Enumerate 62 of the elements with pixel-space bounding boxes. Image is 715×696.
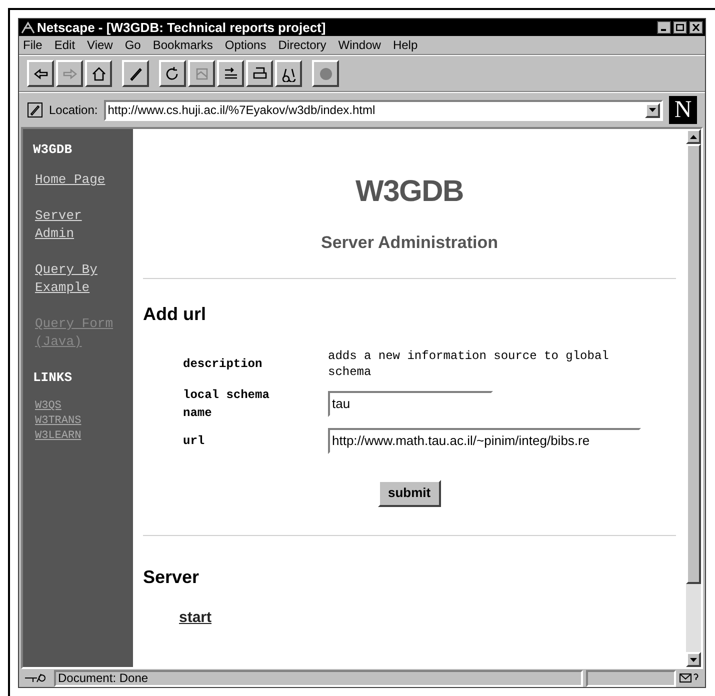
text-field[interactable]: tau (328, 390, 493, 416)
caret-icon (649, 108, 656, 112)
edit-button[interactable] (122, 60, 149, 87)
field-label: url (183, 432, 206, 450)
stop-button[interactable] (312, 60, 339, 87)
page-title: W3GDB (354, 174, 464, 210)
back-button[interactable] (27, 60, 54, 87)
location-url: http://www.cs.huji.ac.il/%7Eyakov/w3db/index.html (106, 102, 376, 119)
menu-item[interactable]: Directory (278, 36, 326, 54)
maximize-icon (676, 24, 684, 31)
netscape-logo: N (669, 96, 697, 124)
stop-icon (318, 66, 334, 82)
dropdown-button[interactable] (645, 102, 660, 118)
home-icon (90, 66, 106, 82)
menu-item[interactable]: Window (338, 36, 381, 54)
maximize-button[interactable] (673, 21, 687, 34)
sidebar-link[interactable]: Query By Example (35, 261, 113, 297)
section-heading: Server (143, 566, 200, 588)
home-button[interactable] (85, 60, 112, 87)
sidebar-link[interactable]: Home Page (35, 171, 113, 189)
forward-button[interactable] (56, 60, 83, 87)
open-button[interactable] (217, 60, 244, 87)
field-label: description (183, 356, 264, 372)
page-subtitle: Server Administration (320, 232, 499, 254)
mail-icon (679, 672, 701, 684)
close-button[interactable] (689, 21, 703, 34)
scroll-down-icon (690, 658, 697, 662)
sidebar-title: W3GDB (33, 141, 74, 159)
section-heading: Add url (143, 302, 207, 326)
status-text: Document: Done (54, 670, 583, 686)
window-title: Netscape - [W3GDB: Technical reports project] (37, 18, 327, 37)
arrow-lines-icon (222, 66, 238, 82)
minimize-button[interactable] (657, 21, 671, 34)
start-link[interactable]: start (179, 606, 676, 629)
close-icon (692, 24, 700, 31)
pencil-icon (128, 66, 144, 82)
submit-button[interactable]: submit (378, 480, 441, 506)
menu-item[interactable]: Go (124, 36, 141, 54)
printer-icon (252, 66, 268, 82)
field-label: local schema name (183, 386, 270, 422)
location-field[interactable]: http://www.cs.huji.ac.il/%7Eyakov/w3db/index.html (104, 100, 663, 120)
text-field[interactable]: http://www.math.tau.ac.il/~pinim/integ/bibs.re (328, 428, 641, 454)
menu-item[interactable]: File (23, 36, 42, 54)
location-label: Location: (49, 102, 98, 119)
scroll-up-icon (690, 134, 697, 138)
menu-item[interactable]: Help (392, 36, 418, 54)
reload-icon (164, 66, 180, 82)
description-text: adds a new information source to global schema (328, 348, 610, 380)
menu-item[interactable]: Bookmarks (152, 36, 213, 54)
sidebar-heading: LINKS (33, 369, 74, 387)
images-button[interactable] (188, 60, 215, 87)
image-icon (194, 66, 210, 82)
sidebar-link[interactable]: Server Admin (35, 207, 113, 243)
menu-item[interactable]: View (87, 36, 113, 54)
menu-item[interactable]: Edit (54, 36, 76, 54)
bookmark-icon (27, 102, 43, 118)
scrollbar[interactable] (686, 129, 701, 667)
scroll-thumb[interactable] (686, 144, 701, 584)
print-button[interactable] (246, 60, 273, 87)
reload-button[interactable] (159, 60, 186, 87)
find-button[interactable] (275, 60, 302, 87)
menu-item[interactable]: Options (224, 36, 266, 54)
